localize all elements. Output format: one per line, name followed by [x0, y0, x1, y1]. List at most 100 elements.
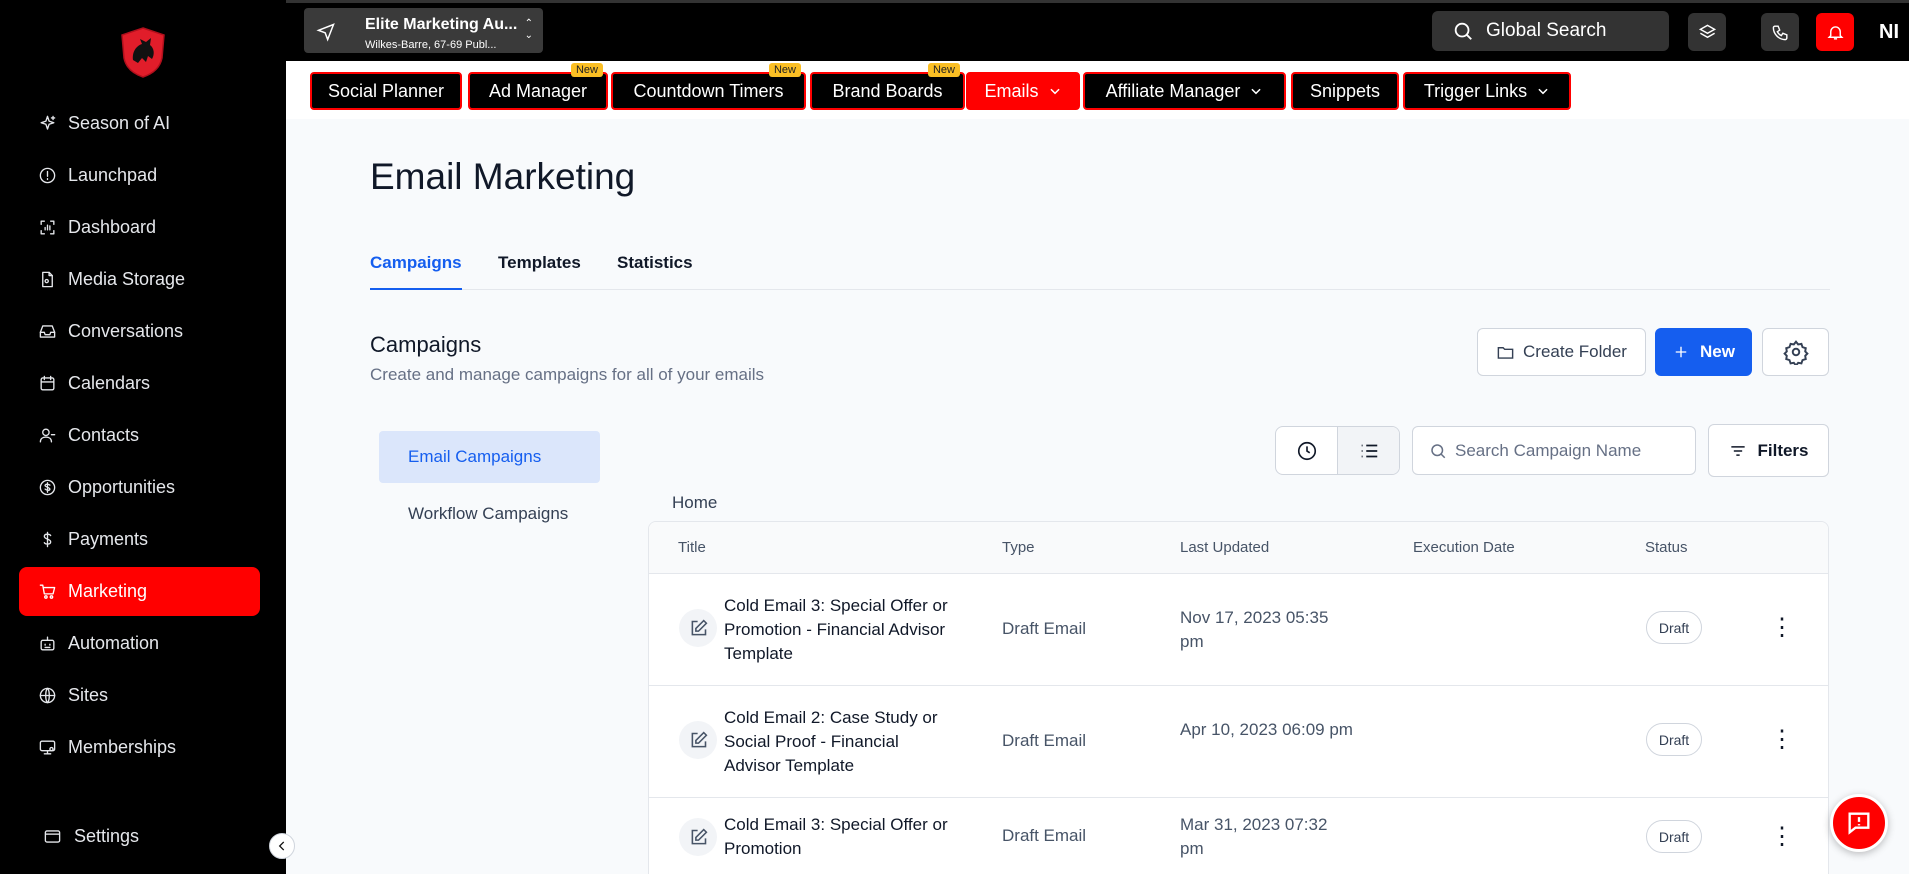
- sidebar-item-marketing[interactable]: Marketing: [19, 567, 260, 616]
- sidebar-item-label: Media Storage: [68, 269, 186, 289]
- campaign-last-updated: Apr 10, 2023 06:09 pm: [1180, 720, 1353, 739]
- menu-email-campaigns[interactable]: Email Campaigns: [379, 431, 600, 483]
- layers-button[interactable]: [1688, 13, 1726, 51]
- tool-tab-ad-manager[interactable]: Ad Manager New: [468, 63, 608, 110]
- table-row[interactable]: Cold Email 3: Special Offer or Promotion…: [649, 798, 1828, 874]
- tool-tab-countdown-timers[interactable]: Countdown Timers New: [611, 63, 806, 110]
- tab-statistics[interactable]: Statistics: [617, 253, 693, 290]
- location-switcher[interactable]: Elite Marketing Au... Wilkes-Barre, 67-6…: [304, 8, 543, 53]
- tab-campaigns[interactable]: Campaigns: [370, 253, 462, 290]
- menu-workflow-campaigns[interactable]: Workflow Campaigns: [379, 488, 600, 540]
- sidebar-item-settings[interactable]: Settings: [43, 826, 139, 847]
- sidebar-item-automation[interactable]: Automation: [19, 619, 260, 668]
- sidebar-item-season-of-ai[interactable]: Season of AI: [19, 99, 260, 148]
- new-badge: New: [570, 63, 603, 77]
- more-options-icon[interactable]: ⋮: [1770, 726, 1794, 753]
- sidebar-item-calendars[interactable]: Calendars: [19, 359, 260, 408]
- global-search-button[interactable]: Global Search: [1432, 11, 1669, 51]
- feedback-button[interactable]: [1830, 794, 1888, 852]
- column-header-status: Status: [1645, 539, 1688, 556]
- calendar-icon: [37, 374, 57, 394]
- edit-icon: [691, 828, 707, 844]
- edit-button[interactable]: [679, 721, 717, 759]
- table-row[interactable]: Cold Email 2: Case Study or Social Proof…: [649, 686, 1828, 798]
- sidebar-item-launchpad[interactable]: Launchpad: [19, 151, 260, 200]
- sidebar-item-label: Marketing: [68, 581, 148, 601]
- column-header-type: Type: [1002, 539, 1035, 556]
- location-address: Wilkes-Barre, 67-69 Publ...: [365, 39, 497, 51]
- recent-view-button[interactable]: [1276, 427, 1337, 474]
- sidebar-item-conversations[interactable]: Conversations: [19, 307, 260, 356]
- tool-tab-emails[interactable]: Emails: [966, 72, 1080, 110]
- column-header-execution-date: Execution Date: [1413, 539, 1515, 556]
- sidebar-item-dashboard[interactable]: Dashboard: [19, 203, 260, 252]
- settings-label: Settings: [74, 826, 140, 846]
- phone-button[interactable]: [1761, 13, 1799, 51]
- tool-tab-label: Countdown Timers: [633, 80, 784, 101]
- breadcrumb[interactable]: Home: [672, 493, 717, 513]
- filters-label: Filters: [1757, 440, 1809, 460]
- tool-tab-label: Snippets: [1309, 80, 1381, 101]
- status-badge: Draft: [1646, 723, 1702, 756]
- more-options-icon[interactable]: ⋮: [1770, 614, 1794, 641]
- new-badge: New: [927, 63, 960, 77]
- create-folder-button[interactable]: Create Folder: [1477, 328, 1646, 376]
- table-header: Title Type Last Updated Execution Date S…: [649, 522, 1828, 574]
- sidebar: Season of AI Launchpad Dashboard Media S…: [0, 0, 286, 874]
- sidebar-item-payments[interactable]: Payments: [19, 515, 260, 564]
- collapse-sidebar-button[interactable]: [269, 833, 295, 859]
- sidebar-item-memberships[interactable]: Memberships: [19, 723, 260, 772]
- tool-tab-label: Social Planner: [327, 80, 445, 101]
- tool-tab-bar: Social Planner Ad Manager New Countdown …: [286, 61, 1909, 119]
- search-icon: [1454, 22, 1472, 40]
- chevron-down-icon: [1251, 88, 1261, 95]
- tool-tab-snippets[interactable]: Snippets: [1291, 72, 1399, 110]
- campaign-title[interactable]: Cold Email 2: Case Study or Social Proof…: [724, 706, 954, 778]
- sidebar-item-label: Conversations: [68, 321, 184, 341]
- tool-tab-social-planner[interactable]: Social Planner: [310, 72, 462, 110]
- new-campaign-button[interactable]: New: [1655, 328, 1752, 376]
- tool-tab-trigger-links[interactable]: Trigger Links: [1403, 72, 1571, 110]
- campaign-title[interactable]: Cold Email 3: Special Offer or Promotion: [724, 813, 954, 861]
- edit-button[interactable]: [679, 818, 717, 856]
- search-campaign-input[interactable]: [1455, 440, 1695, 461]
- settings-window-icon: [44, 830, 61, 843]
- tool-tab-affiliate-manager[interactable]: Affiliate Manager: [1083, 72, 1286, 110]
- sidebar-item-opportunities[interactable]: Opportunities: [19, 463, 260, 512]
- tool-tab-label: Ad Manager: [488, 80, 588, 101]
- table-row[interactable]: Cold Email 3: Special Offer or Promotion…: [649, 574, 1828, 686]
- campaign-title[interactable]: Cold Email 3: Special Offer or Promotion…: [724, 594, 954, 666]
- campaign-last-updated: Mar 31, 2023 07:32 pm: [1180, 815, 1328, 858]
- more-options-icon[interactable]: ⋮: [1770, 823, 1794, 850]
- tool-tab-label: Emails: [984, 80, 1039, 101]
- edit-button[interactable]: [679, 609, 717, 647]
- folder-icon: [1497, 346, 1514, 359]
- navigation-arrow-icon: [316, 22, 336, 42]
- user-avatar[interactable]: NI: [1879, 21, 1899, 44]
- sidebar-item-label: Dashboard: [68, 217, 157, 237]
- section-tabs: Campaigns Templates Statistics: [370, 253, 1830, 290]
- settings-button[interactable]: [1762, 328, 1829, 376]
- chevron-left-icon: [278, 841, 285, 851]
- contact-icon: [37, 426, 57, 446]
- phone-icon: [1772, 24, 1788, 40]
- top-bar: Elite Marketing Au... Wilkes-Barre, 67-6…: [286, 0, 1909, 61]
- sidebar-item-contacts[interactable]: Contacts: [19, 411, 260, 460]
- dollar-icon: [37, 530, 57, 550]
- launchpad-icon: [37, 166, 57, 186]
- sidebar-item-sites[interactable]: Sites: [19, 671, 260, 720]
- notifications-button[interactable]: [1816, 13, 1854, 51]
- tab-templates[interactable]: Templates: [498, 253, 581, 290]
- chevron-up-down-icon: ⌃ ⌄: [524, 18, 533, 41]
- sidebar-item-label: Opportunities: [68, 477, 176, 497]
- location-name: Elite Marketing Au...: [365, 16, 518, 33]
- page-title: Email Marketing: [370, 156, 636, 197]
- filters-button[interactable]: Filters: [1708, 424, 1829, 477]
- tool-tab-brand-boards[interactable]: Brand Boards New: [810, 63, 965, 110]
- sidebar-nav: Season of AI Launchpad Dashboard Media S…: [19, 99, 260, 775]
- brand-logo[interactable]: [118, 26, 168, 78]
- view-toggle: [1275, 426, 1400, 475]
- monitor-user-icon: [37, 738, 57, 758]
- list-view-button[interactable]: [1337, 427, 1399, 474]
- sidebar-item-media-storage[interactable]: Media Storage: [19, 255, 260, 304]
